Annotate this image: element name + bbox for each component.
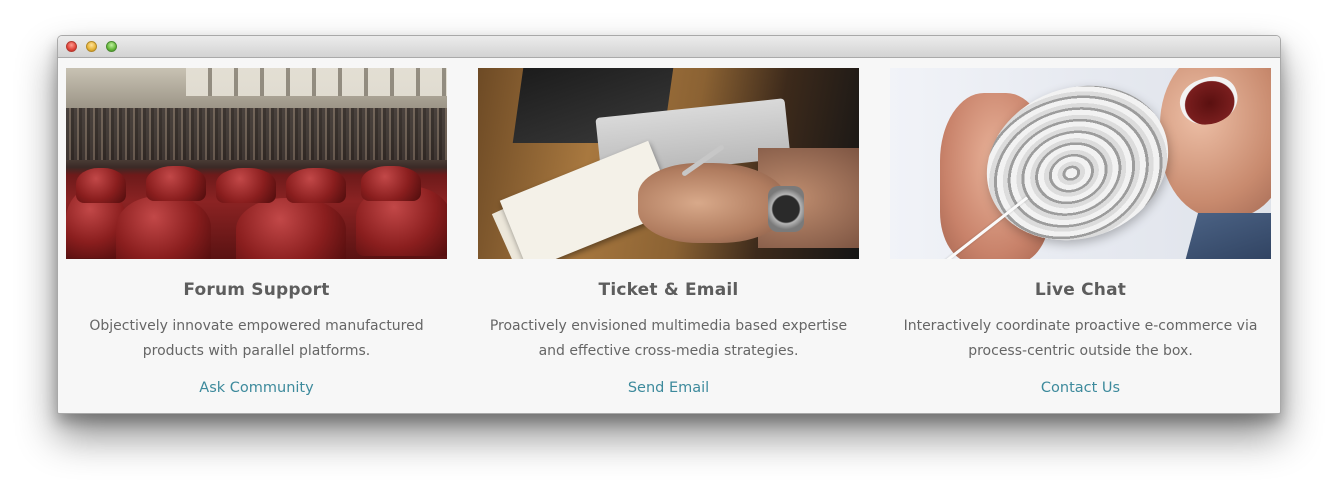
card-description: Objectively innovate empowered manufactu… xyxy=(89,318,424,359)
live-chat-card: Live Chat Interactively coordinate proac… xyxy=(890,68,1271,396)
minimize-window-button[interactable] xyxy=(86,41,97,52)
stadium-red-seats-photo xyxy=(66,68,447,259)
card-description: Interactively coordinate proactive e-com… xyxy=(903,318,1258,359)
contact-us-link[interactable]: Contact Us xyxy=(890,380,1271,396)
window-titlebar xyxy=(58,36,1280,58)
forum-support-card: Forum Support Objectively innovate empow… xyxy=(66,68,447,396)
tin-can-phone-photo xyxy=(890,68,1271,259)
card-title: Live Chat xyxy=(1034,280,1127,300)
ask-community-link[interactable]: Ask Community xyxy=(66,380,447,396)
zoom-window-button[interactable] xyxy=(106,41,117,52)
send-email-link[interactable]: Send Email xyxy=(478,380,859,396)
card-title: Ticket & Email xyxy=(598,280,739,300)
ticket-email-card: Ticket & Email Proactively envisioned mu… xyxy=(478,68,859,396)
close-window-button[interactable] xyxy=(66,41,77,52)
browser-window: Forum Support Objectively innovate empow… xyxy=(57,35,1281,414)
writing-notebook-photo xyxy=(478,68,859,259)
card-description: Proactively envisioned multimedia based … xyxy=(489,318,848,359)
card-title: Forum Support xyxy=(183,280,330,300)
